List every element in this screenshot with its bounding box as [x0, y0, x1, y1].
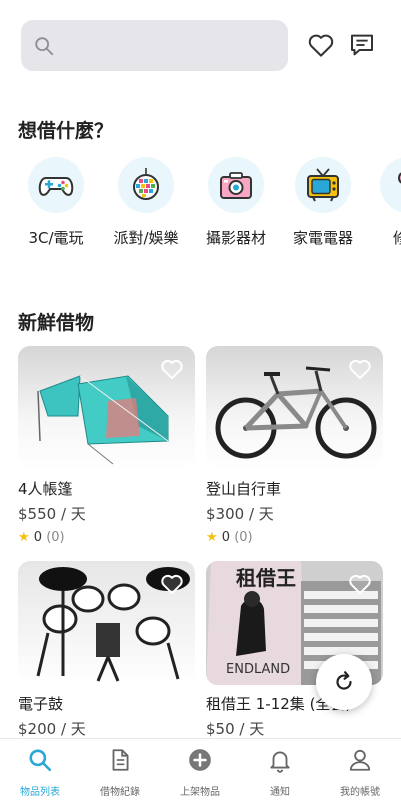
favorite-heart-icon[interactable]: [347, 356, 373, 382]
product-rating: ★ 0 (0): [206, 530, 383, 545]
category-icon-bg: [380, 157, 401, 213]
category-icon-bg: [295, 157, 351, 213]
category-label: 家電電器: [292, 229, 353, 247]
refresh-icon: [336, 671, 352, 690]
product-card[interactable]: 電子鼓 $200 / 天: [18, 561, 195, 739]
svg-text:租借王: 租借王: [236, 566, 296, 590]
nav-label: 通知: [270, 787, 290, 798]
product-price: $300 / 天: [206, 505, 274, 523]
product-name: 4人帳篷: [18, 480, 73, 498]
category-label: 3C/電玩: [28, 229, 84, 247]
product-name: 電子鼓: [18, 695, 64, 713]
document-icon: [112, 749, 129, 771]
tv-icon: [307, 168, 339, 202]
top-bar: [0, 0, 401, 90]
disco-ball-icon: [133, 168, 159, 200]
gamepad-icon: [38, 177, 74, 196]
product-photo-tent: [18, 346, 195, 470]
section-title-categories: 想借什麼？: [18, 120, 114, 142]
review-count: (0): [234, 530, 253, 545]
category-icon-bg: [208, 157, 264, 213]
camera-icon: [220, 172, 252, 199]
product-photo-drums: [18, 561, 195, 685]
review-count: (0): [46, 530, 65, 545]
bottom-nav: 物品列表 借物紀錄 上架物品 通知 我的帳號: [0, 738, 401, 800]
nav-item-records[interactable]: 借物紀錄: [80, 747, 160, 798]
category-icon-bg: [28, 157, 84, 213]
category-repair[interactable]: 修繕: [363, 152, 401, 248]
plus-circle-icon: [189, 749, 211, 771]
nav-label: 上架物品: [180, 787, 220, 798]
user-icon: [349, 749, 371, 771]
category-party[interactable]: 派對/娛樂: [101, 152, 191, 248]
category-icon-bg: [118, 157, 174, 213]
nav-item-notifications[interactable]: 通知: [240, 747, 320, 798]
category-photography[interactable]: 攝影器材: [191, 152, 281, 248]
nav-label: 借物紀錄: [100, 787, 140, 798]
nav-label: 物品列表: [20, 787, 60, 798]
product-card[interactable]: 租借王 ENDLAND 租借王 1-12集 (全套) $50 / 天: [206, 561, 383, 739]
section-title-fresh: 新鮮借物: [18, 312, 95, 334]
product-price: $50 / 天: [206, 720, 265, 738]
search-input[interactable]: [21, 20, 288, 71]
product-card[interactable]: 4人帳篷 $550 / 天 ★ 0 (0): [18, 346, 195, 545]
rating-value: 0: [33, 530, 43, 545]
favorite-heart-icon[interactable]: [347, 571, 373, 597]
nav-label: 我的帳號: [340, 787, 380, 798]
chat-icon[interactable]: [347, 30, 377, 60]
product-price: $550 / 天: [18, 505, 86, 523]
bell-icon: [270, 751, 290, 773]
nav-item-list[interactable]: 物品列表: [0, 747, 80, 798]
product-photo-bike: [206, 346, 383, 470]
search-icon: [29, 749, 52, 772]
search-icon: [35, 37, 54, 56]
category-appliances[interactable]: 家電電器: [278, 152, 368, 248]
category-list: 3C/電玩 派對/娛樂 攝影器材 家電電器 修: [0, 152, 401, 252]
favorite-heart-icon[interactable]: [159, 571, 185, 597]
tool-icon: [398, 172, 401, 184]
product-name: 登山自行車: [206, 480, 282, 498]
favorite-heart-icon[interactable]: [159, 356, 185, 382]
refresh-button[interactable]: [316, 654, 372, 710]
svg-text:ENDLAND: ENDLAND: [226, 662, 290, 677]
product-card[interactable]: 登山自行車 $300 / 天 ★ 0 (0): [206, 346, 383, 545]
star-icon: ★: [206, 530, 218, 545]
rating-value: 0: [221, 530, 231, 545]
category-label: 攝影器材: [205, 229, 266, 247]
heart-icon[interactable]: [306, 30, 336, 60]
star-icon: ★: [18, 530, 30, 545]
nav-item-account[interactable]: 我的帳號: [320, 747, 400, 798]
category-label: 派對/娛樂: [113, 229, 179, 247]
nav-item-add[interactable]: 上架物品: [160, 747, 240, 798]
category-3c-games[interactable]: 3C/電玩: [11, 152, 101, 248]
product-rating: ★ 0 (0): [18, 530, 195, 545]
product-price: $200 / 天: [18, 720, 86, 738]
category-label: 修繕: [392, 229, 401, 247]
